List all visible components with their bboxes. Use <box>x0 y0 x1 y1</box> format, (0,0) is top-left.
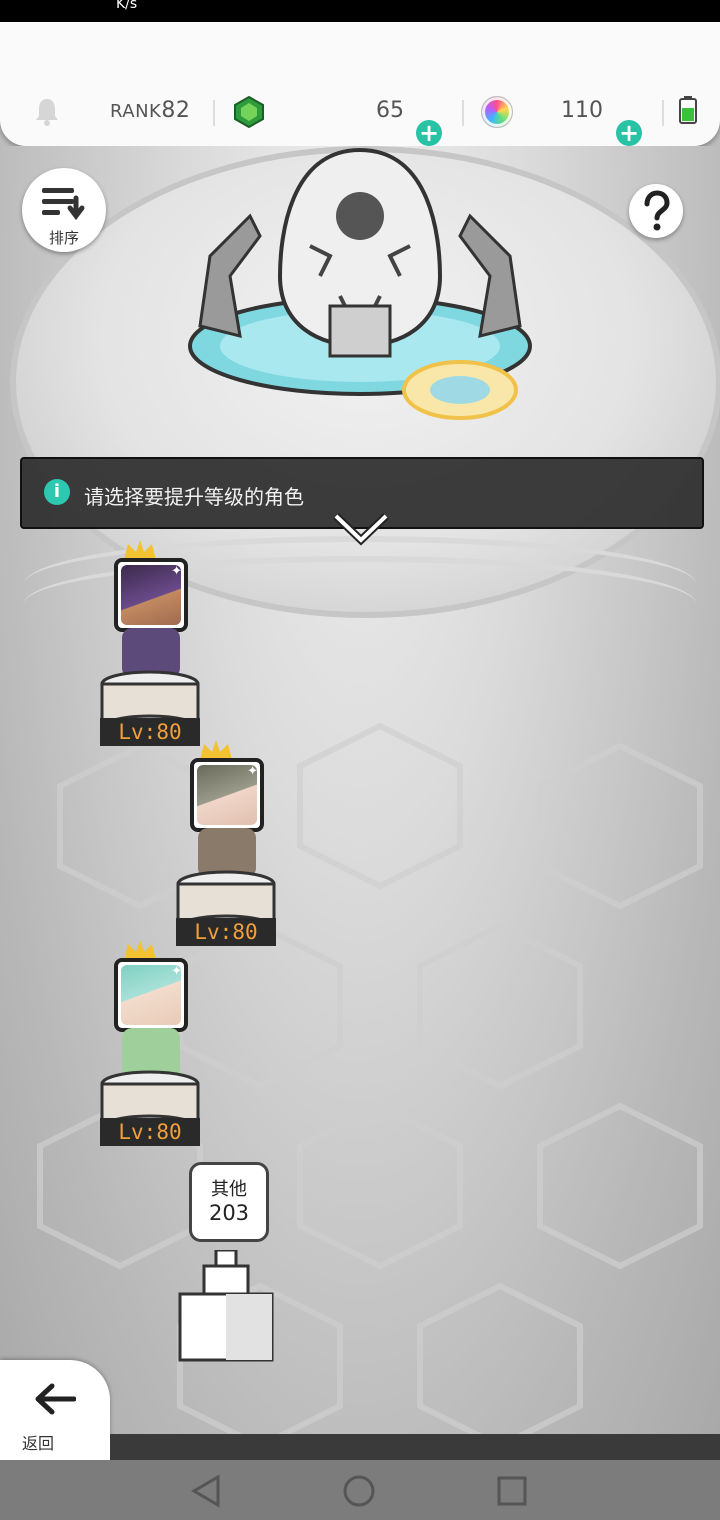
back-button[interactable]: 返回 <box>0 1360 110 1460</box>
sparkle-icon: ✦ <box>247 764 258 779</box>
sparkle-icon: ✦ <box>171 964 182 979</box>
character-slot[interactable]: ✦ Lv:80 <box>100 940 260 1170</box>
orb-count: 110 <box>561 98 603 123</box>
blank-pedestal[interactable] <box>178 1250 274 1366</box>
bottom-strip <box>110 1434 720 1460</box>
others-label: 其他 <box>211 1179 247 1200</box>
green-gem-icon <box>234 95 264 129</box>
character-portrait: ✦ <box>190 758 264 832</box>
help-button[interactable] <box>629 184 683 238</box>
character-portrait: ✦ <box>114 958 188 1032</box>
gem-count: 65 <box>376 98 404 123</box>
sparkle-icon: ✦ <box>171 564 182 579</box>
others-count: 203 <box>208 1201 250 1225</box>
info-icon: i <box>44 479 70 505</box>
divider <box>662 100 664 126</box>
instruction-text: 请选择要提升等级的角色 <box>84 485 304 509</box>
rank-label: RANK <box>110 101 162 122</box>
battery-icon <box>679 96 697 124</box>
level-label: Lv:80 <box>100 1118 200 1146</box>
resource-header: RANK82 65 + 110 + <box>0 22 720 146</box>
add-orbs-button[interactable]: + <box>616 120 642 146</box>
character-slot[interactable]: ✦ Lv:80 <box>100 540 260 770</box>
question-mark-icon <box>644 190 670 231</box>
egg-machine <box>188 147 532 420</box>
divider <box>213 100 215 126</box>
nav-recents-icon[interactable] <box>496 1475 528 1507</box>
divider <box>462 100 464 126</box>
arrow-left-icon <box>35 1383 76 1415</box>
rainbow-orb-icon <box>481 96 513 128</box>
system-nav-bar <box>0 1460 720 1520</box>
game-scene <box>0 146 720 1460</box>
chevron-down-icon[interactable] <box>332 512 390 546</box>
rank-display: RANK82 <box>110 98 190 123</box>
sort-label: 排序 <box>48 229 79 247</box>
nav-home-icon[interactable] <box>342 1474 376 1508</box>
status-bar: K/s <box>0 0 720 22</box>
sort-button[interactable]: 排序 <box>22 168 106 252</box>
back-label: 返回 <box>21 1434 54 1453</box>
others-bubble[interactable]: 其他 203 <box>189 1162 269 1242</box>
character-slot[interactable]: ✦ Lv:80 <box>176 740 336 970</box>
network-speed: K/s <box>116 0 138 12</box>
bell-icon[interactable] <box>33 96 61 126</box>
nav-back-icon[interactable] <box>190 1474 222 1508</box>
character-portrait: ✦ <box>114 558 188 632</box>
rank-value: 82 <box>161 98 191 123</box>
add-gems-button[interactable]: + <box>416 120 442 146</box>
sort-icon <box>42 188 85 221</box>
